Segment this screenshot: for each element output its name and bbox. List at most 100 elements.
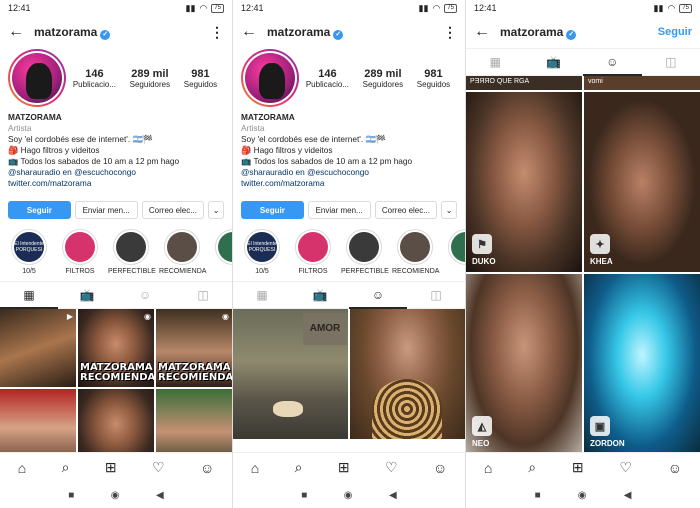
video-thumb[interactable] <box>350 309 465 439</box>
heart-icon[interactable]: ♡ <box>152 459 165 476</box>
follow-button[interactable]: Seguir <box>8 201 71 219</box>
home-icon[interactable]: ⌂ <box>251 460 259 476</box>
tagged-icon: ◫ <box>197 288 209 302</box>
effects-icon: ☺ <box>138 288 152 302</box>
more-button[interactable]: ⌄ <box>208 201 225 219</box>
bottom-nav: ⌂ ⌕ ⊞ ♡ ☺ <box>233 452 465 482</box>
tv-icon: 📺 <box>312 288 328 302</box>
recents-icon[interactable]: ■ <box>535 490 541 501</box>
home-circle-icon[interactable]: ◉ <box>111 490 120 501</box>
highlight-item[interactable]: PERFECTIBLE <box>108 229 156 275</box>
tab-effects[interactable]: ☺ <box>349 282 407 309</box>
more-options-icon[interactable]: ⋮ <box>443 24 457 41</box>
back-triangle-icon[interactable]: ◀ <box>624 490 632 501</box>
stat-followers[interactable]: 289 mil Seguidores <box>363 68 403 89</box>
follow-button[interactable]: Seguir <box>241 201 304 219</box>
effect-thumb[interactable]: ⚑ DUKO <box>466 92 582 272</box>
avatar[interactable] <box>8 49 66 107</box>
bio-line: 🎒 Hago filtros y videitos <box>8 145 100 155</box>
follow-link[interactable]: Seguir <box>658 26 692 38</box>
heart-icon[interactable]: ♡ <box>385 459 398 476</box>
search-icon[interactable]: ⌕ <box>528 459 536 476</box>
message-button[interactable]: Enviar men... <box>307 201 371 219</box>
tab-igtv[interactable]: 📺 <box>291 282 349 309</box>
heart-icon[interactable]: ♡ <box>619 459 632 476</box>
tab-igtv[interactable]: 📺 <box>58 282 116 309</box>
effect-thumb[interactable]: ▣ ZORDON <box>584 274 700 454</box>
username-title: matzorama <box>500 24 564 39</box>
stat-posts[interactable]: 146 Publicacio... <box>73 68 116 89</box>
highlight-item[interactable] <box>443 229 465 275</box>
home-icon[interactable]: ⌂ <box>18 460 26 476</box>
status-time: 12:41 <box>241 3 264 13</box>
profile-icon[interactable]: ☺ <box>433 460 447 476</box>
tab-igtv[interactable]: 📺 <box>524 49 583 76</box>
more-options-icon[interactable]: ⋮ <box>210 24 224 41</box>
tab-grid[interactable]: ▦ <box>233 282 291 309</box>
search-icon[interactable]: ⌕ <box>62 459 70 476</box>
back-triangle-icon[interactable]: ◀ <box>389 490 397 501</box>
new-post-icon[interactable]: ⊞ <box>338 459 350 476</box>
profile-link[interactable]: twitter.com/matzorama <box>8 178 224 189</box>
bio-line: 📺 Todos los sabados de 10 am a 12 pm hag… <box>241 156 413 166</box>
tab-tagged[interactable]: ◫ <box>641 49 700 76</box>
tab-effects[interactable]: ☺ <box>116 282 174 309</box>
igtv-grid: AMOR <box>233 309 465 439</box>
post-thumb[interactable]: ◉ MATZORAMA RECOMIENDA <box>78 309 154 387</box>
highlight-item[interactable] <box>210 229 232 275</box>
back-arrow-icon[interactable]: ← <box>241 23 257 41</box>
effects-icon: ☺ <box>371 287 385 302</box>
profile-link[interactable]: twitter.com/matzorama <box>241 178 457 189</box>
highlight-item[interactable]: RECOMIENDA <box>159 229 206 275</box>
new-post-icon[interactable]: ⊞ <box>572 459 584 476</box>
stat-posts[interactable]: 146 Publicacio... <box>306 68 349 89</box>
tab-tagged[interactable]: ◫ <box>407 282 465 309</box>
tv-icon: 📺 <box>79 288 95 302</box>
tab-grid[interactable]: ▦ <box>0 282 58 309</box>
search-icon[interactable]: ⌕ <box>295 459 303 476</box>
signal-icon: ▮▮ <box>653 2 664 13</box>
avatar[interactable] <box>241 49 299 107</box>
new-post-icon[interactable]: ⊞ <box>105 459 117 476</box>
video-thumb[interactable]: AMOR <box>233 309 348 439</box>
signal-icon: ▮▮ <box>185 2 196 13</box>
highlight-item[interactable]: FILTROS <box>290 229 336 275</box>
signal-icon: ▮▮ <box>418 2 429 13</box>
bio-mentions[interactable]: @sharauradio en @escuchocongo <box>241 167 457 178</box>
profile-icon[interactable]: ☺ <box>200 460 214 476</box>
tab-tagged[interactable]: ◫ <box>174 282 232 309</box>
bio-line: Soy 'el cordobés ese de internet'. 🇦🇷🏁 <box>8 134 154 144</box>
tab-grid[interactable]: ▦ <box>466 49 525 76</box>
back-arrow-icon[interactable]: ← <box>8 23 24 41</box>
stat-following[interactable]: 981 Seguidos <box>184 68 217 89</box>
post-thumb[interactable]: ◉ MATZORAMA RECOMIENDA <box>156 309 232 387</box>
highlight-item[interactable]: El Intendente PORQUESI 10/5 <box>239 229 285 275</box>
top-bar: ← matzorama ✓ ⋮ <box>233 16 465 48</box>
tab-effects[interactable]: ☺ <box>583 49 642 76</box>
post-thumb[interactable]: ▶ <box>0 309 76 387</box>
recents-icon[interactable]: ■ <box>68 490 74 501</box>
highlight-item[interactable]: RECOMIENDA <box>392 229 439 275</box>
back-triangle-icon[interactable]: ◀ <box>156 490 164 501</box>
tv-sign: AMOR <box>303 313 347 345</box>
bio-mentions[interactable]: @sharauradio en @escuchocongo <box>8 167 224 178</box>
email-button[interactable]: Correo elec... <box>374 201 438 219</box>
highlight-item[interactable]: El Intendente PORQUESI 10/5 <box>6 229 52 275</box>
profile-header: 146 Publicacio... 289 mil Seguidores 981 Se… <box>0 48 232 108</box>
home-circle-icon[interactable]: ◉ <box>578 490 587 501</box>
highlight-item[interactable]: FILTROS <box>57 229 103 275</box>
status-bar: 12:41 ▮▮ ◠ 75 <box>466 0 700 16</box>
highlight-item[interactable]: PERFECTIBLE <box>341 229 389 275</box>
stat-followers[interactable]: 289 mil Seguidores <box>130 68 170 89</box>
home-circle-icon[interactable]: ◉ <box>344 490 353 501</box>
message-button[interactable]: Enviar men... <box>74 201 138 219</box>
profile-icon[interactable]: ☺ <box>668 460 682 476</box>
effect-thumb[interactable]: ◭ NEO <box>466 274 582 454</box>
home-icon[interactable]: ⌂ <box>484 460 492 476</box>
email-button[interactable]: Correo elec... <box>141 201 205 219</box>
recents-icon[interactable]: ■ <box>301 490 307 501</box>
effect-thumb[interactable]: ✦ KHEA <box>584 92 700 272</box>
more-button[interactable]: ⌄ <box>441 201 458 219</box>
stat-following[interactable]: 981 Seguidos <box>417 68 450 89</box>
back-arrow-icon[interactable]: ← <box>474 23 490 41</box>
